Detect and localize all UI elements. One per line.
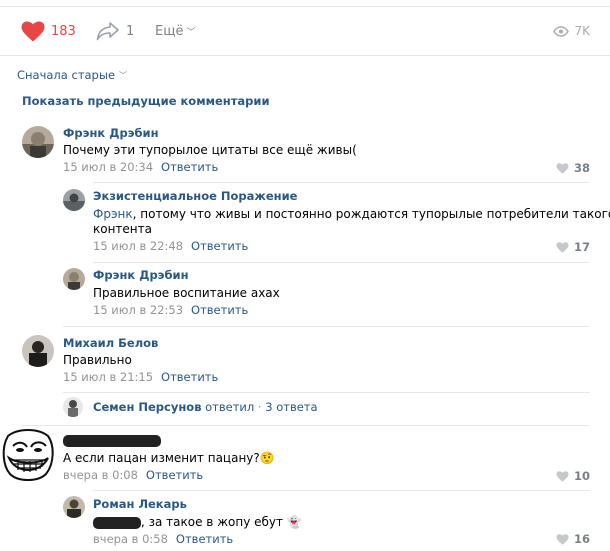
- top-divider: [0, 6, 610, 7]
- share-arrow-icon: [96, 22, 119, 41]
- comment-text-line2: контента: [93, 222, 152, 236]
- like-button[interactable]: 183: [21, 18, 76, 44]
- comment-divider: [93, 182, 590, 183]
- heart-outline-icon: [556, 470, 569, 482]
- comment-divider: [93, 262, 590, 263]
- comment-text: Правильное воспитание ахах: [93, 286, 280, 300]
- comment-like-button[interactable]: 10: [556, 469, 590, 483]
- reply-button[interactable]: Ответить: [161, 160, 218, 174]
- mention-link[interactable]: Фрэнк: [93, 207, 133, 221]
- avatar[interactable]: [63, 189, 85, 211]
- reply-button[interactable]: Ответить: [146, 468, 203, 482]
- reply-button[interactable]: Ответить: [191, 303, 248, 317]
- redacted-author-name: [63, 433, 161, 447]
- comment-divider: [63, 392, 590, 393]
- comment-like-button[interactable]: 16: [556, 532, 590, 546]
- comment-meta: вчера в 0:08 Ответить: [63, 468, 203, 482]
- avatar[interactable]: [22, 126, 54, 158]
- thread-count[interactable]: 3 ответа: [265, 400, 317, 414]
- comment-time[interactable]: 15 июл в 20:34: [63, 160, 153, 174]
- comment-text-body: А если пацан изменит пацану?: [63, 451, 260, 465]
- comment-divider: [63, 326, 590, 327]
- heart-outline-icon: [556, 162, 569, 174]
- comment-meta: 15 июл в 21:15 Ответить: [63, 370, 218, 384]
- post-actions-bar: 183 1 Ещё ﹀ 7K: [0, 18, 610, 46]
- comment-time[interactable]: 15 июл в 22:53: [93, 303, 183, 317]
- sort-label: Сначала старые: [17, 68, 116, 82]
- reply-button[interactable]: Ответить: [161, 370, 218, 384]
- thread-action: ответил: [205, 400, 255, 414]
- comment-text: Фрэнк, потому что живы и постоянно рожда…: [93, 206, 610, 223]
- comment-time[interactable]: вчера в 0:58: [93, 532, 168, 546]
- like-count: 183: [51, 23, 76, 39]
- comment-meta: 15 июл в 20:34 Ответить: [63, 160, 218, 174]
- eye-icon: [553, 25, 570, 37]
- show-previous-comments-link[interactable]: Показать предыдущие комментарии: [22, 94, 270, 108]
- thread-author[interactable]: Семен Персунов: [93, 400, 201, 414]
- sort-dropdown[interactable]: Сначала старые ﹀: [17, 68, 127, 82]
- comment-like-count: 16: [573, 532, 590, 546]
- redacted-mention: [93, 516, 141, 529]
- comment-text-line1: , потому что живы и постоянно рождаются …: [132, 207, 610, 221]
- thread-dot: ·: [257, 400, 262, 414]
- comment-text: , за такое в жопу ебут 👻: [93, 514, 302, 531]
- comment-meta: вчера в 0:58 Ответить: [93, 532, 233, 546]
- comment-text: Почему эти тупорылое цитаты все ещё живы…: [63, 143, 357, 157]
- comment-like-button[interactable]: 38: [556, 161, 590, 175]
- comment-author[interactable]: Михаил Белов: [63, 336, 158, 350]
- share-count: 1: [126, 23, 135, 39]
- actions-divider: [0, 55, 610, 56]
- heart-outline-icon: [556, 241, 569, 253]
- comment-meta: 15 июл в 22:53 Ответить: [93, 303, 248, 317]
- comment-time[interactable]: 15 июл в 21:15: [63, 370, 153, 384]
- comment-like-count: 38: [573, 161, 590, 175]
- views-count: 7K: [574, 24, 590, 38]
- emoji-icon: 🤨: [259, 451, 275, 465]
- avatar[interactable]: [63, 268, 85, 290]
- avatar[interactable]: [22, 335, 54, 367]
- comment-text: Правильно: [63, 353, 132, 367]
- share-button[interactable]: 1: [96, 18, 134, 44]
- comment-text-body: , за такое в жопу ебут: [141, 515, 283, 529]
- chevron-down-icon: ﹀: [119, 70, 128, 80]
- comment-like-count: 10: [573, 469, 590, 483]
- views-counter: 7K: [553, 18, 590, 44]
- comment-divider: [93, 490, 590, 491]
- comment-time[interactable]: вчера в 0:08: [63, 468, 138, 482]
- avatar[interactable]: [63, 496, 85, 518]
- replies-thread-link[interactable]: Семен Персунов ответил · 3 ответа: [93, 399, 318, 416]
- ghost-emoji-icon: 👻: [286, 515, 302, 529]
- chevron-down-icon: ﹀: [186, 27, 196, 38]
- reply-button[interactable]: Ответить: [191, 239, 248, 253]
- comment-text: А если пацан изменит пацану?🤨: [63, 450, 275, 467]
- comment-time[interactable]: 15 июл в 22:48: [93, 239, 183, 253]
- comment-author[interactable]: Роман Лекарь: [93, 497, 187, 511]
- comment-author[interactable]: Экзистенциальное Поражение: [93, 189, 297, 203]
- troll-face-avatar[interactable]: [0, 426, 55, 483]
- comment-like-button[interactable]: 17: [556, 240, 590, 254]
- comment-meta: 15 июл в 22:48 Ответить: [93, 239, 248, 253]
- heart-icon: [21, 21, 45, 41]
- heart-outline-icon: [556, 533, 569, 545]
- comment-author[interactable]: Фрэнк Дрэбин: [63, 126, 159, 140]
- avatar[interactable]: [63, 397, 83, 417]
- more-label: Ещё: [155, 23, 184, 39]
- reply-button[interactable]: Ответить: [176, 532, 233, 546]
- comment-like-count: 17: [573, 240, 590, 254]
- comment-author[interactable]: Фрэнк Дрэбин: [93, 268, 189, 282]
- more-menu-button[interactable]: Ещё ﹀: [155, 18, 195, 44]
- comment-divider: [22, 425, 590, 426]
